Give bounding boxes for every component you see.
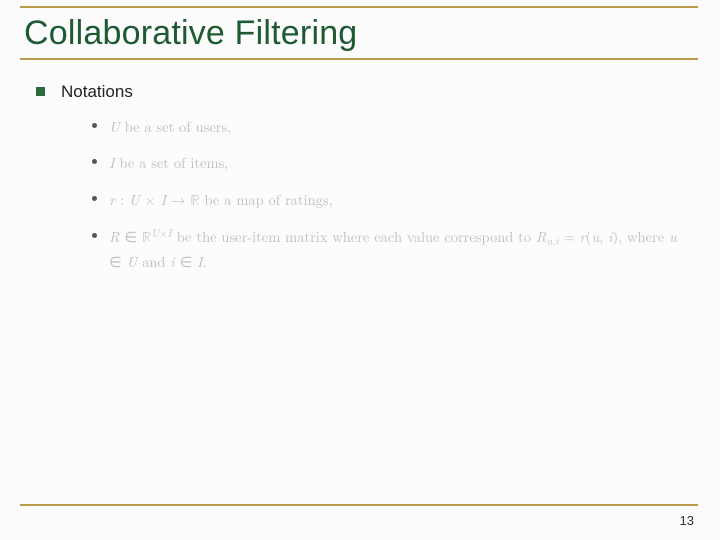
section-row: Notations: [36, 82, 680, 102]
notation-text: U be a set of users,: [109, 116, 231, 138]
top-rule: [20, 6, 698, 8]
list-item: I be a set of items,: [92, 152, 680, 174]
square-bullet-icon: [36, 87, 45, 96]
slide-title: Collaborative Filtering: [24, 14, 357, 53]
list-item: r : U × I → ℝ be a map of ratings,: [92, 189, 680, 212]
section-heading: Notations: [61, 82, 133, 102]
title-underline: [20, 58, 698, 60]
list-item: R ∈ ℝU×I be the user-item matrix where e…: [92, 226, 680, 273]
page-number: 13: [680, 513, 694, 528]
notation-text: I be a set of items,: [109, 152, 228, 174]
dot-bullet-icon: [92, 233, 97, 238]
dot-bullet-icon: [92, 123, 97, 128]
dot-bullet-icon: [92, 159, 97, 164]
list-item: U be a set of users,: [92, 116, 680, 138]
notation-text: R ∈ ℝU×I be the user-item matrix where e…: [109, 226, 680, 273]
dot-bullet-icon: [92, 196, 97, 201]
slide-body: Notations U be a set of users, I be a se…: [36, 82, 680, 287]
notation-text: r : U × I → ℝ be a map of ratings,: [109, 189, 333, 212]
notation-list: U be a set of users, I be a set of items…: [92, 116, 680, 273]
bottom-rule: [20, 504, 698, 506]
